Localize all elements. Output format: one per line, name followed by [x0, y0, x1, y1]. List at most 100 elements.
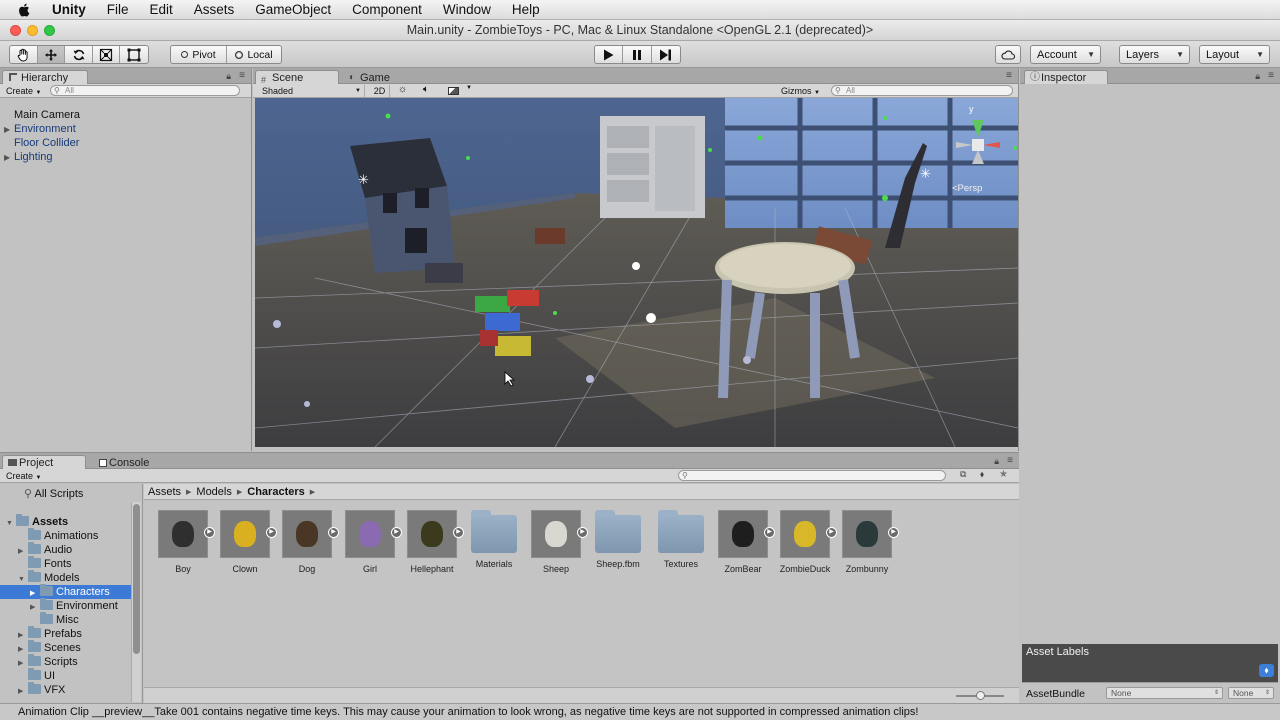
tree-item[interactable]: ▶ Environment — [0, 598, 131, 613]
tab-hierarchy[interactable]: Hierarchy — [2, 70, 88, 84]
asset-item[interactable]: ▶ ZombieDuck — [774, 510, 837, 574]
asset-item[interactable]: ▶ Boy — [152, 510, 215, 574]
hierarchy-item[interactable]: Main Camera — [14, 109, 80, 121]
tree-item[interactable]: Animations — [0, 528, 131, 543]
tree-item[interactable]: ⚲ All Scripts — [0, 487, 131, 501]
hierarchy-item[interactable]: Environment — [14, 123, 76, 135]
asset-item[interactable]: ▶ ZomBear — [712, 510, 775, 574]
breadcrumb-models[interactable]: Models — [196, 486, 231, 498]
filter-by-type-icon[interactable]: ⧉ — [960, 469, 966, 480]
foldout-arrow-icon[interactable]: ▶ — [4, 153, 10, 162]
scene-search-input[interactable]: ⚲ All — [831, 85, 1013, 96]
scene-viewport[interactable]: ✳ ✳ y <Persp — [255, 98, 1018, 447]
layers-dropdown[interactable]: Layers ▼ — [1119, 45, 1190, 64]
tree-item[interactable]: ▼ Assets — [0, 514, 131, 529]
tree-item[interactable]: UI — [0, 668, 131, 683]
asset-item[interactable]: ▶ Zombunny — [836, 510, 899, 574]
thumbnail-size-slider-knob[interactable] — [976, 691, 985, 700]
step-button[interactable] — [652, 46, 680, 63]
project-search-input[interactable]: ⚲ — [678, 470, 946, 481]
breadcrumb-characters[interactable]: Characters — [247, 486, 304, 498]
move-tool-button[interactable] — [37, 46, 66, 63]
tree-item[interactable]: ▶ Prefabs — [0, 626, 131, 641]
close-window-button[interactable] — [10, 25, 21, 36]
tab-project[interactable]: Project — [2, 455, 86, 469]
asset-item[interactable]: ▶ Clown — [214, 510, 277, 574]
effects-toggle-icon[interactable] — [448, 87, 459, 95]
menu-gameobject[interactable]: GameObject — [255, 2, 331, 17]
expand-asset-icon[interactable]: ▶ — [888, 527, 899, 538]
tree-item[interactable]: ▼ Models — [0, 570, 131, 585]
project-create-dropdown[interactable]: Create ▼ — [6, 471, 41, 481]
asset-item[interactable]: ▶ Sheep — [525, 510, 588, 574]
gizmos-dropdown[interactable]: Gizmos ▼ — [781, 85, 820, 99]
audio-toggle-icon[interactable]: 🔈︎ — [423, 84, 429, 95]
tag-icon[interactable]: ⬧ — [1259, 664, 1274, 677]
shading-mode-dropdown[interactable]: Shaded ▼ — [257, 85, 365, 97]
foldout-arrow-icon[interactable]: ▶ — [4, 125, 10, 134]
dropdown-arrow-icon[interactable]: ▼ — [466, 85, 472, 91]
panel-menu-icon[interactable]: ≡ — [1268, 70, 1274, 81]
asset-item[interactable]: Textures — [650, 510, 712, 569]
hierarchy-item[interactable]: Floor Collider — [14, 137, 79, 149]
panel-menu-icon[interactable]: ≡ — [239, 70, 245, 81]
menu-window[interactable]: Window — [443, 2, 491, 17]
breadcrumb-assets[interactable]: Assets — [148, 486, 181, 498]
pivot-toggle[interactable]: Pivot — [171, 46, 227, 63]
tree-item[interactable]: Misc — [0, 612, 131, 627]
hand-tool-button[interactable] — [10, 46, 38, 63]
tree-item[interactable]: Fonts — [0, 556, 131, 571]
lock-icon[interactable]: 🔒︎ — [994, 456, 999, 467]
layout-dropdown[interactable]: Layout ▼ — [1199, 45, 1270, 64]
cloud-button[interactable] — [995, 45, 1021, 64]
asset-item[interactable]: ▶ Dog — [276, 510, 339, 574]
asset-item[interactable]: Materials — [463, 510, 525, 569]
minimize-window-button[interactable] — [27, 25, 38, 36]
menu-help[interactable]: Help — [512, 2, 540, 17]
play-button[interactable] — [595, 46, 624, 63]
hierarchy-item[interactable]: Lighting — [14, 151, 53, 163]
tab-scene[interactable]: # Scene — [255, 70, 339, 85]
filter-by-label-icon[interactable]: ⬧ — [980, 469, 984, 480]
tree-item[interactable]: ▶ Audio — [0, 542, 131, 557]
tab-console[interactable]: Console — [92, 455, 176, 469]
lock-icon[interactable]: 🔒︎ — [1255, 71, 1260, 82]
tree-item[interactable]: ▶ Scripts — [0, 654, 131, 669]
lock-icon[interactable]: 🔒︎ — [226, 71, 231, 82]
asset-variant-dropdown[interactable]: None ⇕ — [1228, 687, 1274, 699]
pause-button[interactable] — [623, 46, 652, 63]
menu-unity[interactable]: Unity — [52, 2, 86, 17]
local-toggle[interactable]: Local — [227, 46, 281, 63]
panel-menu-icon[interactable]: ≡ — [1006, 70, 1012, 81]
asset-item[interactable]: ▶ Girl — [339, 510, 402, 574]
tab-game[interactable]: ◐ Game — [343, 70, 423, 84]
2d-toggle[interactable]: 2D — [370, 85, 390, 97]
asset-item[interactable]: Sheep.fbm — [587, 510, 649, 569]
scale-tool-button[interactable] — [93, 46, 121, 63]
menu-component[interactable]: Component — [352, 2, 422, 17]
tree-scrollbar-thumb[interactable] — [133, 504, 140, 654]
tab-inspector[interactable]: ⓘ Inspector — [1024, 70, 1108, 84]
perspective-label[interactable]: <Persp — [952, 183, 982, 194]
rect-tool-button[interactable] — [120, 46, 148, 63]
asset-bundle-dropdown[interactable]: None ⇕ — [1106, 687, 1223, 699]
rotate-tool-button[interactable] — [65, 46, 93, 63]
tree-item[interactable]: ▶ Scenes — [0, 640, 131, 655]
favorite-star-icon[interactable]: ★ — [999, 469, 1008, 480]
foldout-arrow-icon[interactable]: ▶ — [18, 685, 28, 699]
account-dropdown[interactable]: Account ▼ — [1030, 45, 1101, 64]
menu-file[interactable]: File — [107, 2, 129, 17]
lighting-toggle-icon[interactable]: ☼ — [398, 84, 407, 95]
tree-item[interactable]: ▶ Characters — [0, 584, 131, 599]
panel-menu-icon[interactable]: ≡ — [1007, 455, 1013, 466]
asset-item[interactable]: ▶ Hellephant — [401, 510, 464, 574]
scene-orientation-gizmo[interactable]: y <Persp — [938, 102, 1018, 194]
zoom-window-button[interactable] — [44, 25, 55, 36]
menu-edit[interactable]: Edit — [150, 2, 173, 17]
tree-item[interactable]: ▶ VFX — [0, 682, 131, 699]
expand-asset-icon[interactable]: ▶ — [328, 527, 339, 538]
tree-scrollbar[interactable] — [131, 502, 141, 702]
hierarchy-create-dropdown[interactable]: Create ▼ — [6, 86, 41, 96]
apple-icon[interactable] — [18, 3, 30, 17]
menu-assets[interactable]: Assets — [194, 2, 235, 17]
